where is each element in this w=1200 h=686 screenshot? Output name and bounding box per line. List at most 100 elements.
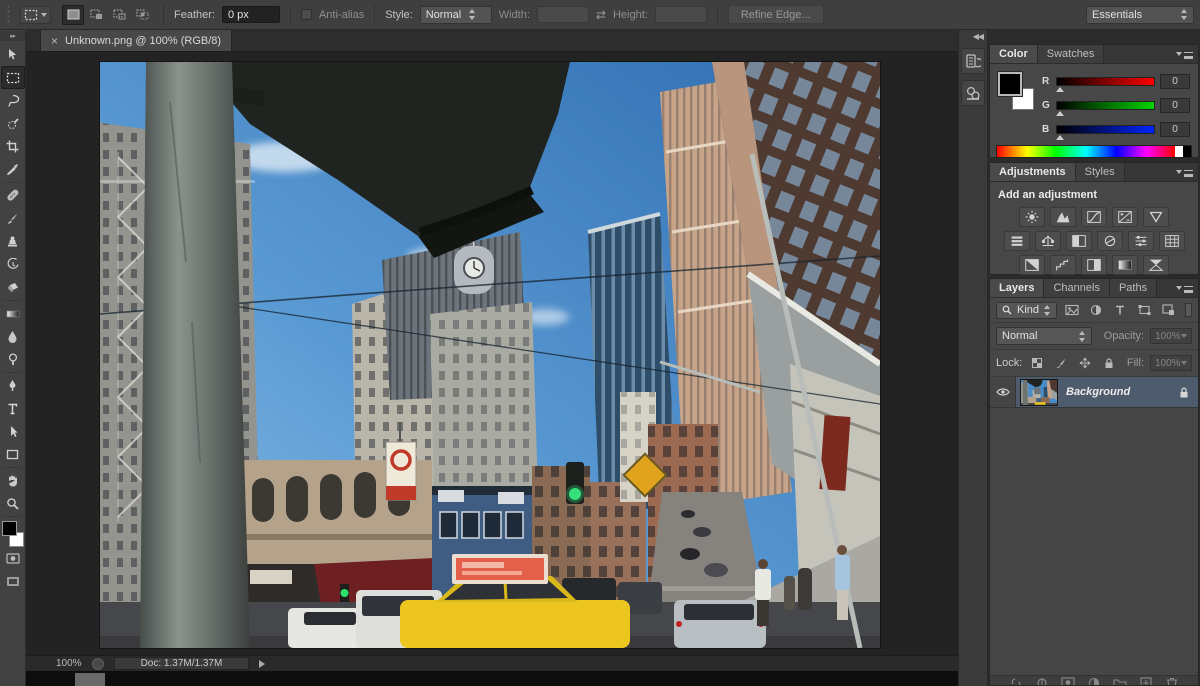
black-white-button[interactable]	[1066, 231, 1092, 251]
shape-tool[interactable]	[1, 443, 25, 466]
tab-adjustments[interactable]: Adjustments	[990, 163, 1076, 181]
width-field[interactable]	[537, 6, 589, 23]
threshold-button[interactable]	[1081, 255, 1107, 275]
tab-color[interactable]: Color	[990, 45, 1038, 63]
filter-toggle[interactable]	[1185, 303, 1192, 317]
adjustment-layer-icon[interactable]	[1087, 676, 1101, 685]
expand-panels-icon[interactable]: ◀◀	[959, 30, 987, 42]
new-selection-button[interactable]	[62, 5, 84, 25]
tab-swatches[interactable]: Swatches	[1038, 45, 1105, 63]
green-value[interactable]: 0	[1160, 98, 1190, 113]
filter-adjustment-layers-button[interactable]	[1087, 304, 1105, 316]
hand-tool[interactable]	[1, 469, 25, 492]
status-flyout-icon[interactable]	[259, 660, 265, 668]
color-lookup-button[interactable]	[1159, 231, 1185, 251]
layer-visibility-cell[interactable]	[990, 377, 1016, 407]
filter-smart-objects-button[interactable]	[1159, 304, 1177, 316]
vibrance-button[interactable]	[1143, 207, 1169, 227]
quick-selection-tool[interactable]	[1, 112, 25, 135]
tab-layers[interactable]: Layers	[990, 279, 1044, 297]
zoom-tool[interactable]	[1, 492, 25, 515]
fill-value[interactable]: 100%	[1150, 355, 1192, 371]
lock-position-button[interactable]	[1076, 357, 1094, 369]
blend-mode-select[interactable]: Normal	[996, 327, 1092, 345]
options-bar-gripper[interactable]	[6, 4, 11, 26]
red-slider[interactable]	[1056, 77, 1155, 86]
clone-stamp-tool[interactable]	[1, 230, 25, 253]
spot-healing-tool[interactable]	[1, 184, 25, 207]
new-group-icon[interactable]	[1113, 676, 1127, 685]
lock-pixels-button[interactable]	[1052, 357, 1070, 369]
levels-button[interactable]	[1050, 207, 1076, 227]
height-field[interactable]	[655, 6, 707, 23]
tab-channels[interactable]: Channels	[1044, 279, 1109, 297]
quick-mask-button[interactable]	[1, 547, 25, 570]
foreground-color-swatch[interactable]	[2, 521, 17, 536]
channel-mixer-button[interactable]	[1128, 231, 1154, 251]
brush-tool[interactable]	[1, 207, 25, 230]
blur-tool[interactable]	[1, 325, 25, 348]
panel-menu-icon[interactable]	[1176, 279, 1198, 297]
doc-size-box[interactable]: Doc: 1.37M/1.37M	[114, 657, 250, 670]
history-panel-button[interactable]	[961, 48, 985, 74]
photo-filter-button[interactable]	[1097, 231, 1123, 251]
link-layers-icon[interactable]	[1009, 676, 1023, 685]
subtract-selection-button[interactable]	[108, 5, 130, 25]
foreground-background-colors[interactable]	[1, 521, 25, 547]
panel-menu-icon[interactable]	[1176, 45, 1198, 63]
close-tab-icon[interactable]: ×	[51, 35, 58, 47]
foreground-color-swatch[interactable]	[998, 72, 1022, 96]
type-tool[interactable]	[1, 397, 25, 420]
filter-kind-select[interactable]: Kind	[996, 302, 1057, 319]
tab-styles[interactable]: Styles	[1076, 163, 1125, 181]
add-selection-button[interactable]	[85, 5, 107, 25]
layer-thumbnail[interactable]	[1020, 379, 1058, 406]
rectangular-marquee-tool[interactable]	[1, 66, 25, 89]
layer-row[interactable]: Background	[990, 377, 1198, 408]
new-layer-icon[interactable]	[1139, 676, 1153, 685]
layer-mask-icon[interactable]	[1061, 676, 1075, 685]
history-brush-tool[interactable]	[1, 253, 25, 276]
intersect-selection-button[interactable]	[131, 5, 153, 25]
lasso-tool[interactable]	[1, 89, 25, 112]
layer-effects-icon[interactable]	[1035, 676, 1049, 685]
crop-tool[interactable]	[1, 135, 25, 158]
filter-pixel-layers-button[interactable]	[1063, 304, 1081, 316]
posterize-button[interactable]	[1050, 255, 1076, 275]
slider-thumb[interactable]	[1056, 87, 1064, 92]
eyedropper-tool[interactable]	[1, 158, 25, 181]
tools-panel-header[interactable]: ▸▸	[0, 31, 25, 41]
gradient-tool[interactable]	[1, 302, 25, 325]
workspace-select[interactable]: Essentials	[1086, 6, 1194, 24]
lock-transparency-button[interactable]	[1028, 357, 1046, 369]
tab-paths[interactable]: Paths	[1110, 279, 1157, 297]
blue-value[interactable]: 0	[1160, 122, 1190, 137]
zoom-level[interactable]: 100%	[56, 658, 82, 669]
red-value[interactable]: 0	[1160, 74, 1190, 89]
feather-field[interactable]: 0 px	[222, 6, 280, 23]
document-tab[interactable]: × Unknown.png @ 100% (RGB/8)	[40, 30, 232, 51]
eraser-tool[interactable]	[1, 276, 25, 299]
green-slider[interactable]	[1056, 101, 1155, 110]
filter-type-layers-button[interactable]	[1111, 304, 1129, 316]
delete-layer-icon[interactable]	[1165, 676, 1179, 685]
filter-shape-layers-button[interactable]	[1135, 304, 1153, 316]
active-tool-badge[interactable]	[20, 6, 51, 24]
path-selection-tool[interactable]	[1, 420, 25, 443]
opacity-value[interactable]: 100%	[1150, 328, 1192, 344]
selective-color-button[interactable]	[1143, 255, 1169, 275]
slider-thumb[interactable]	[1056, 135, 1064, 140]
lock-all-button[interactable]	[1100, 357, 1118, 369]
layer-name[interactable]: Background	[1066, 386, 1170, 398]
antialias-checkbox[interactable]	[301, 9, 312, 20]
color-balance-button[interactable]	[1035, 231, 1061, 251]
invert-button[interactable]	[1019, 255, 1045, 275]
swap-dimensions-icon[interactable]: ⇄	[596, 8, 606, 22]
properties-panel-button[interactable]	[961, 80, 985, 106]
pen-tool[interactable]	[1, 374, 25, 397]
brightness-contrast-button[interactable]	[1019, 207, 1045, 227]
hue-saturation-button[interactable]	[1004, 231, 1030, 251]
blue-slider[interactable]	[1056, 125, 1155, 134]
exposure-button[interactable]	[1112, 207, 1138, 227]
style-select[interactable]: Normal	[420, 6, 492, 24]
